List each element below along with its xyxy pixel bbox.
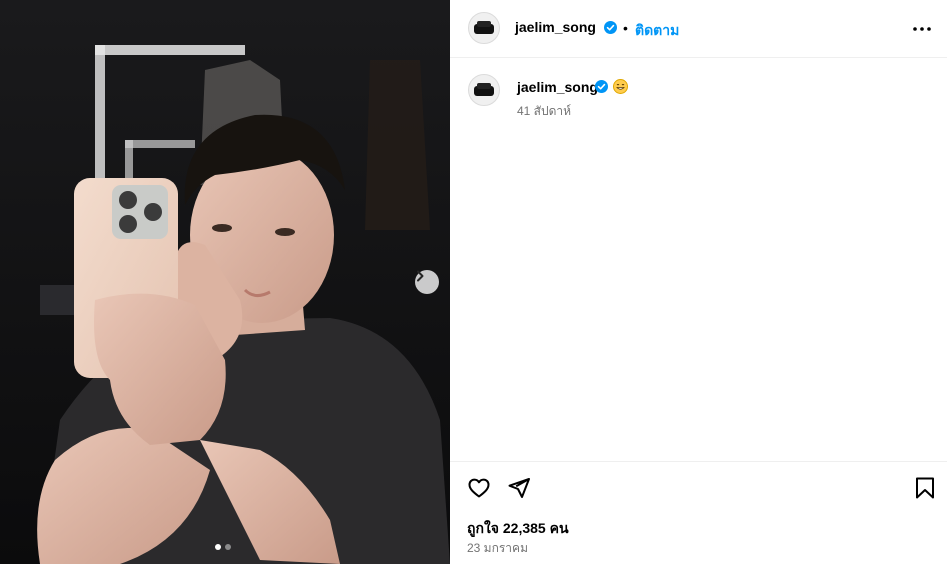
save-button[interactable] [913,476,937,505]
carousel-indicator [215,544,231,550]
avatar-image [474,21,494,34]
share-button[interactable] [507,476,531,505]
post-details-panel: jaelim_song • ติดตาม jaelim_song 41 สัปด… [450,0,947,564]
separator-dot: • [623,20,628,36]
verified-badge-icon [595,80,608,93]
chevron-right-icon [417,270,424,282]
paper-plane-icon [508,478,530,498]
carousel-dot [225,544,231,550]
avatar-image [474,83,494,96]
verified-badge-icon [604,21,617,34]
username-link[interactable]: jaelim_song [515,19,596,35]
post-time-ago[interactable]: 41 สัปดาห์ [517,102,571,121]
likes-count[interactable]: ถูกใจ 22,385 คน [467,518,569,540]
avatar[interactable] [468,12,500,44]
post-date[interactable]: 23 มกราคม [467,539,528,558]
heart-icon [468,478,490,498]
post-photo[interactable] [0,0,450,564]
like-button[interactable] [467,476,491,505]
more-options-button[interactable] [912,19,932,44]
caption-avatar[interactable] [468,74,500,106]
bookmark-icon [916,477,934,499]
post-header: jaelim_song • ติดตาม [450,0,947,58]
selfie-photo-illustration [0,0,450,564]
follow-button[interactable]: ติดตาม [635,20,679,42]
carousel-dot-active [215,544,221,550]
post-actions-bar: ถูกใจ 22,385 คน 23 มกราคม [450,461,947,564]
grinning-face-emoji-icon [613,79,628,94]
more-horizontal-icon [913,27,931,31]
caption-username-link[interactable]: jaelim_song [517,79,598,95]
carousel-next-button[interactable] [415,270,439,294]
